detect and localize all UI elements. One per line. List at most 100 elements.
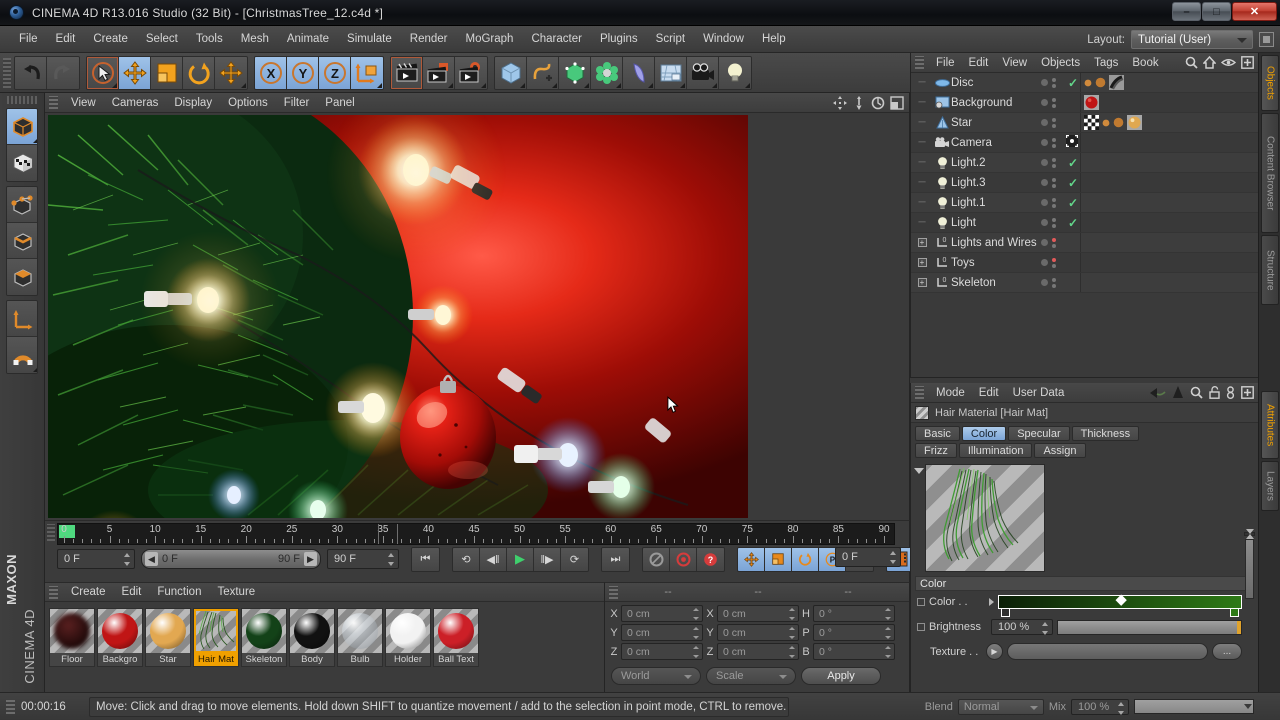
render-visibility-dot[interactable]: [1052, 203, 1056, 208]
material-menu-create[interactable]: Create: [63, 584, 114, 600]
go-to-previous-key-button[interactable]: ⟲: [453, 547, 480, 571]
add-icon[interactable]: [1241, 56, 1254, 69]
range-right-arrow-icon[interactable]: ▶: [304, 552, 317, 566]
layout-select[interactable]: Tutorial (User): [1131, 30, 1253, 49]
enable-dot[interactable]: [1041, 79, 1048, 86]
menu-simulate[interactable]: Simulate: [338, 30, 401, 48]
editor-visibility-dot[interactable]: [1052, 97, 1056, 102]
visibility-dots[interactable]: [1041, 237, 1056, 248]
x-axis-lock-button[interactable]: X: [255, 56, 287, 89]
enable-dot[interactable]: [1041, 119, 1048, 126]
attr-tab-thickness[interactable]: Thickness: [1071, 426, 1140, 441]
editor-visibility-dot[interactable]: [1052, 137, 1056, 142]
spinner-icon[interactable]: [789, 646, 795, 658]
eye-icon[interactable]: [1221, 57, 1236, 68]
material-preview[interactable]: [925, 464, 1045, 572]
material-swatch[interactable]: Skeleton: [241, 608, 287, 667]
checker-tag[interactable]: [1084, 115, 1099, 130]
dolly-icon[interactable]: [852, 96, 866, 110]
menu-help[interactable]: Help: [753, 30, 795, 48]
back-icon[interactable]: [1150, 387, 1166, 399]
menu-render[interactable]: Render: [401, 30, 457, 48]
go-to-start-button[interactable]: ⏮: [412, 547, 439, 571]
spinner-icon[interactable]: [885, 646, 891, 658]
render-settings-button[interactable]: [455, 56, 487, 89]
spinner-icon[interactable]: [885, 627, 891, 639]
visibility-dot-column[interactable]: [1052, 117, 1056, 128]
minimize-button[interactable]: –: [1172, 2, 1201, 21]
material-swatch[interactable]: Ball Text: [433, 608, 479, 667]
enable-dot[interactable]: [1041, 279, 1048, 286]
spinner-icon[interactable]: [124, 553, 131, 566]
material-menu-function[interactable]: Function: [149, 584, 209, 600]
move-tool-duplicate[interactable]: [215, 56, 247, 89]
side-tab-content-browser[interactable]: Content Browser: [1261, 113, 1279, 233]
color-gradient-bar[interactable]: [998, 594, 1242, 617]
go-to-end-button[interactable]: ⏭: [602, 547, 629, 571]
texture-mode-button[interactable]: [7, 145, 37, 181]
attributes-menu-mode[interactable]: Mode: [929, 385, 972, 401]
range-left-arrow-icon[interactable]: ◀: [145, 552, 158, 566]
enable-dot[interactable]: [1041, 239, 1048, 246]
enable-dot[interactable]: [1041, 99, 1048, 106]
model-mode-button[interactable]: [7, 109, 37, 145]
visibility-checkmark-icon[interactable]: ✓: [1068, 176, 1078, 190]
object-row[interactable]: ─ Background: [911, 93, 1258, 113]
visibility-checkmark-icon[interactable]: ✓: [1068, 196, 1078, 210]
autokeying-button[interactable]: [670, 547, 697, 571]
current-frame-field-right[interactable]: 0 F: [835, 547, 901, 567]
render-visibility-dot[interactable]: [1052, 223, 1056, 228]
gradient-knot-right[interactable]: [1230, 608, 1239, 617]
scale-key-button[interactable]: [765, 547, 792, 571]
layout-window-icon[interactable]: [1259, 32, 1274, 47]
enable-dot[interactable]: [1041, 259, 1048, 266]
link-icon[interactable]: [1226, 386, 1235, 399]
spinner-icon[interactable]: [388, 553, 395, 566]
spinner-icon[interactable]: [693, 627, 699, 639]
viewport-grip[interactable]: [49, 96, 58, 109]
render-visibility-dot[interactable]: [1052, 243, 1056, 248]
coord-position-field[interactable]: 0 cm: [621, 643, 703, 660]
object-row[interactable]: ─ Disc ✓: [911, 73, 1258, 93]
object-manager-grip[interactable]: [915, 56, 924, 69]
render-visibility-dot[interactable]: [1052, 163, 1056, 168]
object-row[interactable]: ─ Light.2 ✓: [911, 153, 1258, 173]
visibility-dot-column[interactable]: [1052, 197, 1056, 208]
visibility-dot-column[interactable]: [1052, 157, 1056, 168]
render-view-button[interactable]: [391, 56, 423, 89]
material-swatch[interactable]: Backgro: [97, 608, 143, 667]
add-mograph-object-button[interactable]: [591, 56, 623, 89]
visibility-dots[interactable]: [1041, 197, 1056, 208]
visibility-dot-column[interactable]: [1052, 97, 1056, 108]
viewport-render-canvas[interactable]: [48, 115, 748, 518]
polygons-mode-button[interactable]: [7, 259, 37, 295]
menu-script[interactable]: Script: [647, 30, 694, 48]
enable-dot[interactable]: [1041, 179, 1048, 186]
enable-dot[interactable]: [1041, 139, 1048, 146]
texture-field[interactable]: [1007, 643, 1208, 660]
attr-tab-color[interactable]: Color: [961, 426, 1007, 441]
menu-tools[interactable]: Tools: [187, 30, 232, 48]
record-active-objects-button[interactable]: [643, 547, 670, 571]
dot-small[interactable]: [1084, 79, 1092, 87]
material-swatch[interactable]: Body: [289, 608, 335, 667]
spinner-icon[interactable]: [890, 551, 897, 564]
mix-field[interactable]: 100 %: [1071, 698, 1129, 715]
editor-visibility-dot[interactable]: [1052, 197, 1056, 202]
material-manager-grip[interactable]: [49, 585, 58, 599]
object-row[interactable]: +0 Lights and Wires: [911, 233, 1258, 253]
object-menu-bookmarks[interactable]: Book: [1125, 55, 1165, 71]
material-menu-texture[interactable]: Texture: [209, 584, 263, 600]
scale-tool[interactable]: [151, 56, 183, 89]
material-swatch[interactable]: Bulb: [337, 608, 383, 667]
z-axis-lock-button[interactable]: Z: [319, 56, 351, 89]
attributes-menu-edit[interactable]: Edit: [972, 385, 1006, 401]
add-deformer-object-button[interactable]: [623, 56, 655, 89]
object-menu-file[interactable]: File: [929, 55, 962, 71]
viewport-menu-display[interactable]: Display: [166, 95, 220, 111]
brightness-checkbox[interactable]: [917, 623, 925, 631]
rotation-key-button[interactable]: [792, 547, 819, 571]
material-menu-edit[interactable]: Edit: [114, 584, 150, 600]
scrollbar-thumb[interactable]: [1245, 539, 1254, 599]
brightness-slider[interactable]: [1057, 619, 1242, 635]
